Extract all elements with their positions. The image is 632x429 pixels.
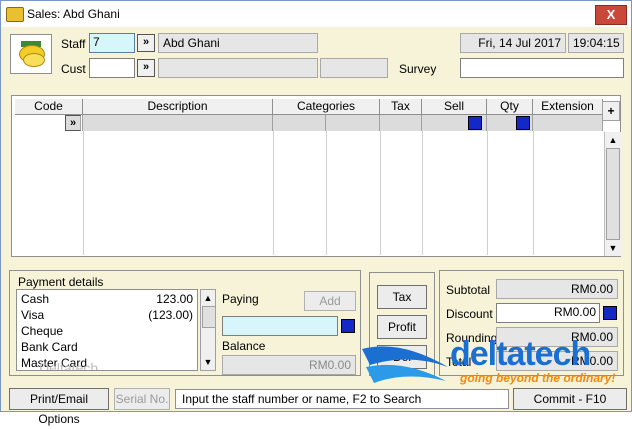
col-qty[interactable]: Qty <box>487 99 533 114</box>
subtotal-field: RM0.00 <box>496 279 618 299</box>
close-button[interactable]: X <box>595 5 627 25</box>
payment-method-row[interactable]: Cash 123.00 <box>21 292 193 308</box>
subtotal-label: Subtotal <box>446 283 491 297</box>
add-row-button[interactable]: + <box>602 101 620 121</box>
time-display: 19:04:15 <box>568 33 624 53</box>
scroll-up-icon[interactable]: ▲ <box>605 132 621 148</box>
cust-lookup-button[interactable]: » <box>137 59 155 77</box>
col-extension[interactable]: Extension <box>533 99 603 114</box>
paying-input[interactable] <box>222 316 338 336</box>
app-icon <box>6 7 24 22</box>
date-display: Fri, 14 Jul 2017 <box>460 33 566 53</box>
survey-label: Survey <box>399 62 437 76</box>
balance-label: Balance <box>222 339 266 353</box>
discount-label: Discount <box>446 307 493 321</box>
payment-title: Payment details <box>18 275 104 289</box>
balance-field: RM0.00 <box>222 355 356 375</box>
items-grid: Code Description Categories Tax Sell Qty… <box>11 95 621 257</box>
qty-picker-button[interactable] <box>516 116 530 130</box>
list-watermark: Deltatech <box>39 360 99 371</box>
staff-input[interactable]: 7 <box>89 33 135 53</box>
staff-label: Staff <box>61 37 86 51</box>
paying-label: Paying <box>222 292 259 306</box>
payment-scrollbar[interactable]: ▲ ▼ <box>200 289 216 371</box>
scroll-thumb[interactable] <box>202 306 216 328</box>
category-cell-1 <box>273 115 326 131</box>
discount-input[interactable]: RM0.00 <box>496 303 600 323</box>
col-sell[interactable]: Sell <box>422 99 487 114</box>
brand-name: deltatech <box>450 335 591 373</box>
add-payment-button[interactable]: Add <box>304 291 356 311</box>
sales-window: Sales: Abd Ghani X Staff 7 » Abd Ghani F… <box>0 0 632 426</box>
window-title: Sales: Abd Ghani <box>27 7 120 21</box>
cust-extra-field <box>320 58 388 78</box>
col-description[interactable]: Description <box>83 99 273 114</box>
scroll-thumb[interactable] <box>606 148 620 240</box>
cust-input[interactable] <box>89 58 135 78</box>
extension-cell <box>533 115 603 131</box>
serial-no-button[interactable]: Serial No. <box>114 388 170 410</box>
tax-cell <box>380 115 422 131</box>
payment-method-row[interactable]: Visa (123.00) <box>21 308 193 324</box>
staff-name-field: Abd Ghani <box>158 33 318 53</box>
sales-form: Staff 7 » Abd Ghani Fri, 14 Jul 2017 19:… <box>4 27 630 426</box>
discount-picker-button[interactable] <box>603 306 617 320</box>
print-email-options-button[interactable]: Print/Email Options <box>9 388 109 426</box>
scroll-down-icon[interactable]: ▼ <box>605 240 621 256</box>
title-bar: Sales: Abd Ghani X <box>1 1 631 27</box>
col-categories[interactable]: Categories <box>273 99 380 114</box>
category-cell-2 <box>326 115 380 131</box>
payment-panel: Payment details Cash 123.00 Visa (123.00) … <box>9 270 361 376</box>
money-icon <box>10 34 52 74</box>
swoosh-logo-icon <box>362 346 448 383</box>
scroll-down-icon[interactable]: ▼ <box>201 354 215 370</box>
grid-entry-row: » <box>15 115 603 131</box>
staff-lookup-button[interactable]: » <box>137 34 155 52</box>
scroll-up-icon[interactable]: ▲ <box>201 290 215 306</box>
tax-button[interactable]: Tax <box>377 285 427 309</box>
description-cell <box>83 115 273 131</box>
survey-input[interactable] <box>460 58 624 78</box>
code-lookup-button[interactable]: » <box>65 115 81 131</box>
col-tax[interactable]: Tax <box>380 99 422 114</box>
brand-tagline: going beyond the ordinary! <box>460 371 616 385</box>
col-code[interactable]: Code <box>15 99 83 114</box>
cust-label: Cust <box>61 62 86 76</box>
grid-scrollbar[interactable]: ▲ ▼ <box>604 132 621 256</box>
sell-picker-button[interactable] <box>468 116 482 130</box>
payment-method-row[interactable]: Bank Card <box>21 340 193 356</box>
grid-header: Code Description Categories Tax Sell Qty… <box>15 99 603 115</box>
cust-name-field <box>158 58 318 78</box>
payment-methods-list[interactable]: Cash 123.00 Visa (123.00) Cheque Bank Card… <box>16 289 198 371</box>
brand-watermark: deltatech going beyond the ordinary! <box>350 329 630 399</box>
payment-method-row[interactable]: Cheque <box>21 324 193 340</box>
